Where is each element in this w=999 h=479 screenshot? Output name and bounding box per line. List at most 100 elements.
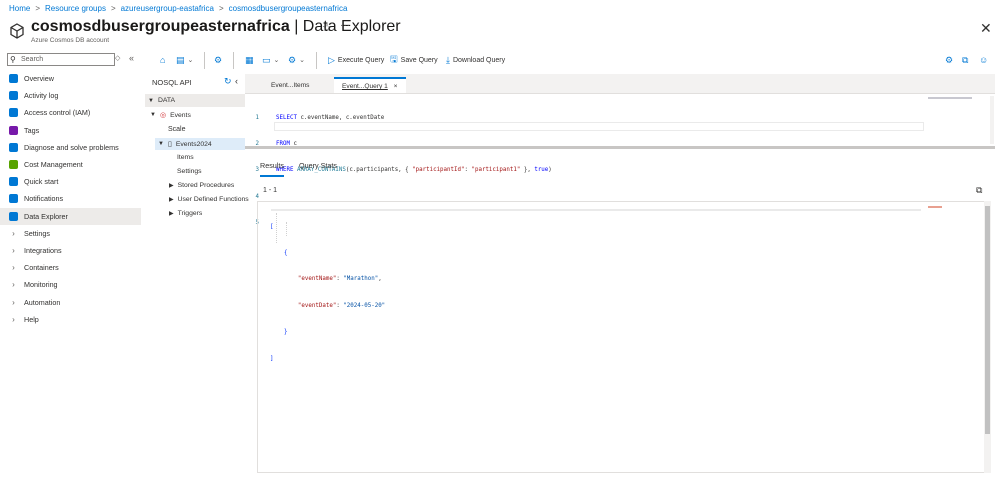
nav-group-monitoring[interactable]: › Monitoring	[0, 276, 141, 293]
cube-icon	[9, 211, 18, 221]
json-key: "eventName"	[297, 276, 337, 283]
tab-query-1[interactable]: Event...Query 1 ×	[334, 77, 406, 93]
tab-close-icon[interactable]: ×	[394, 83, 398, 90]
open-query-dropdown-button[interactable]: ▭ ⌄	[262, 52, 279, 68]
code-token: "participantId"	[412, 167, 465, 174]
chevron-right-icon: ›	[12, 280, 15, 290]
tree-stored-procedures[interactable]: ▶ Stored Procedures	[169, 182, 234, 189]
new-container-button[interactable]: ▤ ⌄	[176, 52, 193, 68]
breadcrumb-resource-group[interactable]: azureusergroup-eastafrica	[121, 4, 214, 13]
execute-query-button[interactable]: ▷ Execute Query	[328, 52, 384, 68]
new-sql-query-button[interactable]: ▦	[245, 52, 254, 68]
nav-group-help[interactable]: › Help	[0, 311, 141, 328]
home-button[interactable]: ⌂	[160, 52, 165, 68]
nav-group-label: Automation	[24, 297, 61, 307]
notification-icon	[9, 194, 18, 204]
settings-icon: ⚙	[945, 54, 954, 65]
nav-group-settings[interactable]: › Settings	[0, 225, 141, 242]
nav-group-automation[interactable]: › Automation	[0, 294, 141, 311]
code-token: "participant1"	[471, 167, 521, 174]
nav-item-notifications[interactable]: Notifications	[0, 190, 141, 207]
home-icon: ⌂	[160, 55, 166, 65]
download-query-label: Download Query	[452, 56, 506, 64]
page-title-section: Data Explorer	[302, 18, 401, 35]
nav-item-access-control-iam[interactable]: Access control (IAM)	[0, 104, 141, 121]
chevron-down-icon: ⌄	[299, 57, 305, 64]
settings-gear-icon: ⚙	[214, 54, 223, 65]
open-query-button[interactable]: ⚙	[214, 52, 222, 68]
editor-results-splitter[interactable]	[245, 146, 995, 149]
settings-button[interactable]: ⚙	[945, 52, 953, 68]
editor-minimap[interactable]	[928, 97, 972, 99]
indent-guide	[286, 222, 287, 236]
breadcrumb-resource-groups[interactable]: Resource groups	[45, 4, 106, 13]
nav-item-quick-start[interactable]: Quick start	[0, 173, 141, 190]
tree-container[interactable]: ▼ ▯ Events2024	[155, 138, 245, 150]
open-external-icon: ⧉	[962, 54, 969, 65]
tree-stored-procedures-label: Stored Procedures	[177, 182, 235, 189]
nav-item-label: Tags	[24, 125, 40, 135]
tree-scale[interactable]: Scale	[168, 126, 186, 133]
tree-udfs-label: User Defined Functions	[177, 196, 249, 203]
tree-settings[interactable]: Settings	[177, 168, 202, 175]
close-icon[interactable]: ✕	[980, 20, 992, 37]
json-line: "eventName": "Marathon",	[297, 276, 382, 283]
download-query-button[interactable]: ⤓ Download Query	[446, 52, 505, 68]
nav-group-label: Monitoring	[24, 280, 58, 290]
nav-group-containers[interactable]: › Containers	[0, 259, 141, 276]
favorite-star-icon[interactable]: ☆	[322, 21, 332, 34]
nav-item-diagnose-and-solve-problems[interactable]: Diagnose and solve problems	[0, 139, 141, 156]
more-options-icon[interactable]: ···	[340, 20, 350, 31]
save-query-button[interactable]: 🖫 Save Query	[390, 52, 438, 68]
feedback-button[interactable]: ☺	[979, 52, 988, 68]
nav-item-overview[interactable]: Overview	[0, 70, 141, 87]
nav-item-data-explorer[interactable]: Data Explorer	[0, 207, 141, 225]
collapse-tree-icon[interactable]: ‹	[235, 76, 238, 86]
editor-scrollbar[interactable]	[990, 96, 994, 144]
nav-item-cost-management[interactable]: Cost Management	[0, 156, 141, 173]
query-editor[interactable]: SELECT c.eventName, c.eventDate FROM c W…	[276, 96, 552, 184]
nav-group-integrations[interactable]: › Integrations	[0, 242, 141, 259]
gear-icon: ⚙	[288, 54, 297, 65]
nav-search-input[interactable]: Search	[7, 53, 115, 66]
overview-icon	[9, 74, 18, 83]
container-icon: ▯	[167, 141, 172, 148]
indent-guide	[276, 213, 277, 243]
refresh-icon[interactable]: ↻	[224, 76, 232, 87]
json-value: "Marathon"	[343, 276, 379, 283]
execute-query-label: Execute Query	[337, 56, 385, 64]
tab-query-stats[interactable]: Query Stats	[299, 161, 337, 170]
breadcrumb-account[interactable]: cosmosdbusergroupeasternafrica	[229, 4, 348, 13]
tab-items[interactable]: Event...Items	[263, 78, 317, 94]
results-scroll-thumb[interactable]	[985, 206, 990, 434]
nav-item-label: Diagnose and solve problems	[24, 142, 119, 152]
code-token: },	[520, 167, 535, 174]
tree-triggers[interactable]: ▶ Triggers	[169, 210, 202, 217]
cloud-icon	[9, 177, 18, 187]
nav-item-label: Activity log	[24, 91, 59, 101]
line-number: 3	[255, 167, 260, 174]
json-key: "eventDate"	[297, 302, 337, 309]
settings-dropdown-button[interactable]: ⚙ ⌄	[288, 52, 305, 68]
caret-right-icon: ▶	[169, 211, 174, 217]
wrench-icon	[9, 142, 18, 152]
tree-items[interactable]: Items	[177, 154, 194, 161]
copy-icon[interactable]: ⧉	[976, 185, 982, 196]
cosmos-account-icon	[10, 23, 24, 39]
download-icon: ⤓	[446, 54, 450, 65]
breadcrumb-home[interactable]: Home	[9, 4, 30, 13]
collapse-nav-icon[interactable]: «	[129, 53, 134, 63]
filter-diamond-icon[interactable]: ◇	[115, 54, 120, 62]
tree-udfs[interactable]: ▶ User Defined Functions	[169, 196, 249, 203]
tree-database[interactable]: ▼ ◎ Events	[150, 111, 191, 120]
tab-results[interactable]: Results	[260, 161, 284, 177]
nav-item-activity-log[interactable]: Activity log	[0, 87, 141, 104]
chevron-right-icon: ›	[12, 314, 15, 324]
chevron-right-icon: ›	[12, 246, 15, 255]
nav-group-label: Help	[24, 314, 39, 324]
nav-item-tags[interactable]: Tags	[0, 122, 141, 139]
open-full-screen-button[interactable]: ⧉	[962, 52, 968, 68]
tree-data-section[interactable]: ▼ DATA	[145, 94, 245, 107]
nav-item-label: Cost Management	[24, 160, 83, 169]
tree-triggers-label: Triggers	[177, 210, 203, 217]
